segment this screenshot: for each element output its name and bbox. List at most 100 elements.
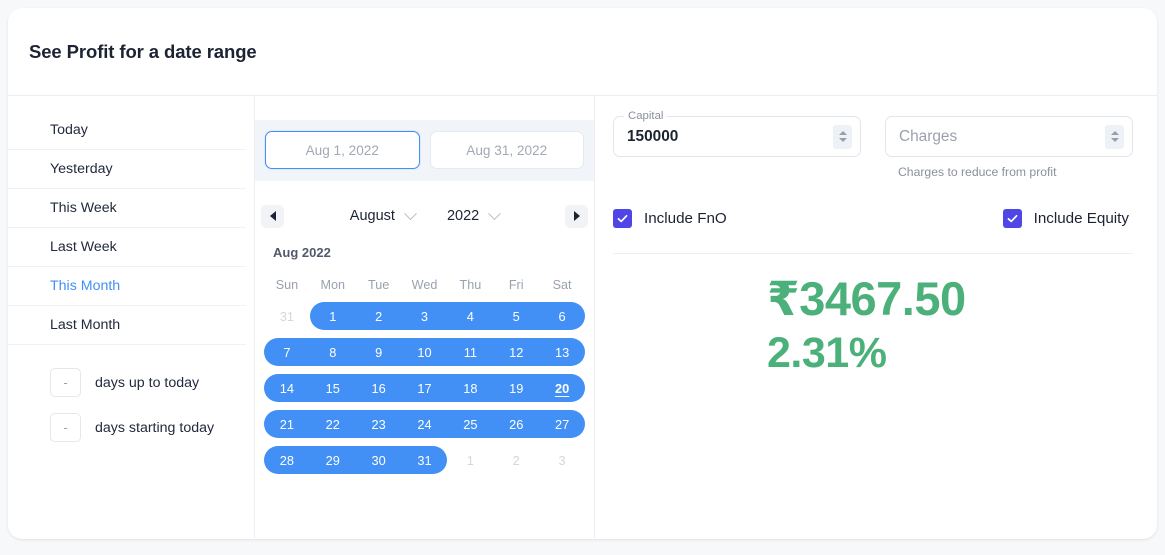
calendar-day[interactable]: 11 [447,338,493,366]
calendar-day[interactable]: 2 [356,302,402,330]
checkmark-icon [616,212,629,225]
calendar-day-number: 22 [326,417,340,432]
calendar-day-number: 2 [375,309,382,324]
include-fno-option[interactable]: Include FnO [613,209,871,228]
calendar-day[interactable]: 26 [493,410,539,438]
calendar-day[interactable]: 21 [264,410,310,438]
weekday-label: Sat [539,278,585,292]
calendar-day[interactable]: 25 [447,410,493,438]
preset-item-label: This Week [50,200,117,216]
weekday-header: SunMonTueWedThuFriSat [255,278,594,292]
days-starting-today-input[interactable] [50,413,81,442]
triangle-right-icon [574,211,580,221]
calendar-day-number: 29 [326,453,340,468]
calendar-day[interactable]: 24 [402,410,448,438]
calendar-day[interactable]: 30 [356,446,402,474]
number-spinner-icon[interactable] [1105,125,1124,149]
calendar-day-number: 30 [372,453,386,468]
month-caption: Aug 2022 [255,245,594,260]
year-select-value: 2022 [447,208,479,224]
calendar-day-number: 23 [372,417,386,432]
calendar-day[interactable]: 3 [402,302,448,330]
calendar-day[interactable]: 14 [264,374,310,402]
calendar-day-number: 6 [559,309,566,324]
calendar-day-number: 14 [280,381,294,396]
calendar-day-number: 21 [280,417,294,432]
preset-item-last-week[interactable]: Last Week [8,228,246,267]
spinner-up-icon [1111,131,1119,135]
calendar-week-row: 14 15 16 17 18 1920 [264,374,585,402]
calendar-day[interactable]: 6 [539,302,585,330]
charges-field[interactable] [885,116,1133,157]
preset-item-this-month[interactable]: This Month [8,267,246,306]
date-range-bar: Aug 1, 2022 Aug 31, 2022 [255,120,594,181]
calendar-week-row: 31123456 [264,302,585,330]
calendar-day[interactable]: 28 [264,446,310,474]
calendar-day-number: 26 [509,417,523,432]
preset-item-label: Yesterday [50,161,113,177]
calendar-day[interactable]: 13 [539,338,585,366]
capital-input[interactable] [627,128,833,146]
end-date-value: Aug 31, 2022 [466,143,547,158]
calendar-grid: 3112345678910111213141516171819202122232… [255,302,594,474]
calendar-day[interactable]: 19 [493,374,539,402]
calendar-day[interactable]: 16 [356,374,402,402]
capital-field-wrap: Capital [613,116,861,179]
charges-input[interactable] [899,128,1105,146]
include-fno-checkbox[interactable] [613,209,632,228]
calendar-day[interactable]: 31 [402,446,448,474]
calendar-day-number: 27 [555,417,569,432]
calendar-day-number: 1 [467,453,474,468]
preset-item-yesterday[interactable]: Yesterday [8,150,246,189]
calendar-day-number: 9 [375,345,382,360]
calendar-day-number: 25 [463,417,477,432]
calendar-day-number: 16 [372,381,386,396]
next-month-button[interactable] [565,205,588,228]
preset-item-this-week[interactable]: This Week [8,189,246,228]
spinner-down-icon [1111,138,1119,142]
calendar-day-number: 12 [509,345,523,360]
calendar-day-number: 7 [283,345,290,360]
relative-range-label: days up to today [95,375,199,391]
number-spinner-icon[interactable] [833,125,852,149]
preset-item-last-month[interactable]: Last Month [8,306,246,345]
weekday-label: Tue [356,278,402,292]
calendar-day[interactable]: 17 [402,374,448,402]
calendar-day[interactable]: 4 [447,302,493,330]
card-body: Today Yesterday This Week Last WeekThis Mon… [8,96,1157,538]
preset-item-label: Today [50,122,88,138]
calendar-day[interactable]: 15 [310,374,356,402]
calendar-day-outside: 3 [539,446,585,474]
calendar-day-outside: 2 [493,446,539,474]
include-equity-checkbox[interactable] [1003,209,1022,228]
calendar-day[interactable]: 1 [310,302,356,330]
calendar-day[interactable]: 7 [264,338,310,366]
calendar-day[interactable]: 12 [493,338,539,366]
include-fno-label: Include FnO [644,210,727,227]
previous-month-button[interactable] [261,205,284,228]
calendar-day[interactable]: 27 [539,410,585,438]
calendar-day[interactable]: 9 [356,338,402,366]
relative-range-row: days up to today [8,368,254,397]
month-select[interactable]: August [350,208,415,224]
preset-item-today[interactable]: Today [8,111,246,150]
weekday-label: Fri [493,278,539,292]
year-select[interactable]: 2022 [447,208,499,224]
calendar-day[interactable]: 18 [447,374,493,402]
include-equity-option[interactable]: Include Equity [871,209,1133,228]
days-up-to-today-input[interactable] [50,368,81,397]
calendar-day[interactable]: 10 [402,338,448,366]
calendar-week-row: 28 29 30 31 1 23 [264,446,585,474]
calendar-day[interactable]: 5 [493,302,539,330]
capital-label: Capital [624,108,667,124]
calendar-panel: Aug 1, 2022 Aug 31, 2022 August 2022 [255,96,595,538]
calendar-day[interactable]: 29 [310,446,356,474]
calendar-day-number: 31 [417,453,431,468]
end-date-input[interactable]: Aug 31, 2022 [430,131,585,169]
calendar-day[interactable]: 8 [310,338,356,366]
calendar-day[interactable]: 20 [539,374,585,402]
start-date-input[interactable]: Aug 1, 2022 [265,131,420,169]
calendar-day[interactable]: 23 [356,410,402,438]
calendar-day[interactable]: 22 [310,410,356,438]
calendar-day-number: 18 [463,381,477,396]
